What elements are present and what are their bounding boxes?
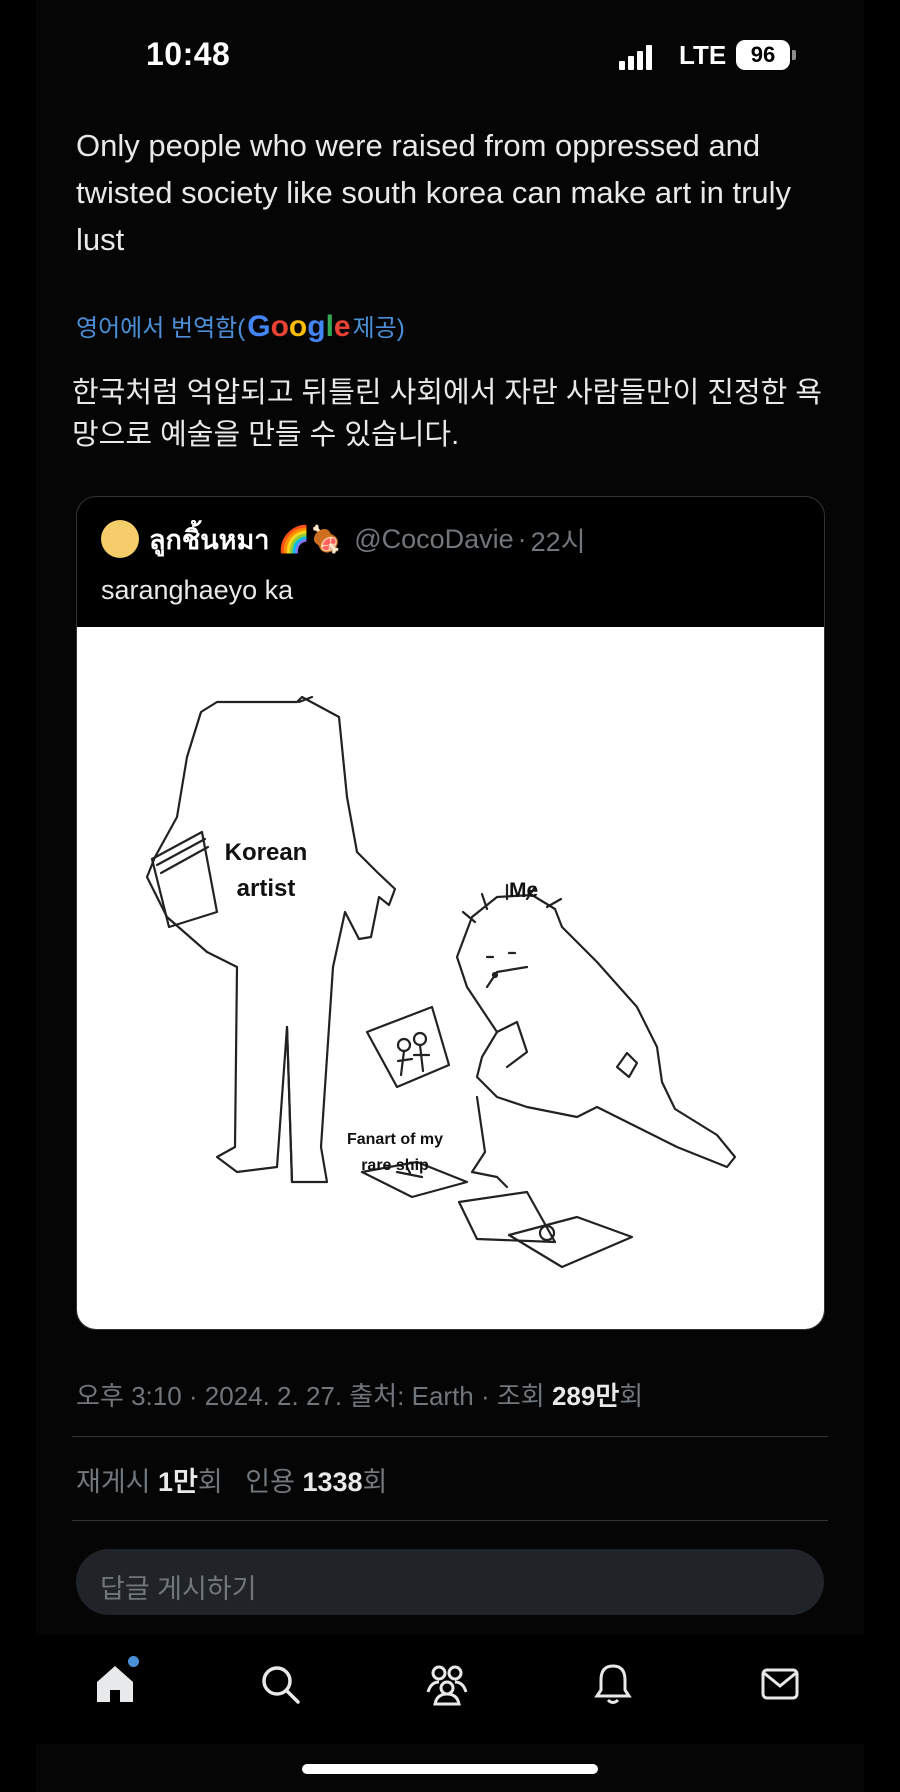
nav-home[interactable] (85, 1654, 145, 1714)
label-fanart: Fanart of my rare ship (346, 1131, 443, 1174)
home-indicator[interactable] (302, 1764, 598, 1774)
tweet-stats: 재게시 1만회 인용 1338회 (76, 1460, 387, 1499)
quoted-tweet-header: ลูกชิ้นหมา 🌈🍖 @CocoDavie · 22시 (101, 519, 586, 559)
reposts-count[interactable]: 1만 (158, 1467, 198, 1497)
quotes-suffix: 회 (362, 1467, 388, 1497)
quotes-count[interactable]: 1338 (302, 1467, 362, 1497)
avatar[interactable] (101, 520, 139, 558)
google-logo: Google (247, 310, 351, 343)
signal-icon (619, 44, 659, 70)
user-emoji: 🌈🍖 (277, 523, 343, 554)
reposts-label: 재게시 (76, 1467, 159, 1497)
quoted-tweet-image[interactable]: Korean artist Me Fanart of my rare ship (77, 627, 824, 1329)
views-suffix: 회 (619, 1381, 644, 1411)
translated-text: 한국처럼 억압되고 뒤틀린 사회에서 자란 사람들만이 진정한 욕망으로 예술을… (72, 377, 823, 451)
views-count[interactable]: 289만 (552, 1381, 619, 1411)
divider (72, 1436, 828, 1437)
quoted-tweet-text: saranghaeyo ka (101, 575, 294, 605)
tweet-meta: 오후 3:10 · 2024. 2. 27. 출처: Earth · 조회 28… (76, 1376, 643, 1413)
nav-search[interactable] (250, 1654, 310, 1714)
nav-notifications[interactable] (583, 1654, 643, 1714)
translation-attribution[interactable]: 영어에서 번역함( Google 제공) (76, 308, 405, 344)
bottom-nav (36, 1634, 864, 1744)
communities-icon (426, 1665, 468, 1706)
nav-communities[interactable] (417, 1654, 477, 1714)
quoted-user-name[interactable]: ลูกชิ้นหมา (149, 518, 269, 561)
search-icon (262, 1666, 300, 1704)
network-type: LTE (679, 40, 727, 70)
quotes-label: 인용 (245, 1467, 303, 1497)
reply-input[interactable]: 답글 게시하기 (76, 1549, 824, 1615)
tweet-text: Only people who were raised from oppress… (76, 128, 792, 257)
app-screen: 10:48 LTE 96 Only people who were raised… (36, 0, 864, 1792)
reposts-suffix: 회 (197, 1467, 223, 1497)
translate-prefix: 영어에서 번역함( (76, 315, 246, 342)
divider (72, 1520, 828, 1521)
battery-level: 96 (750, 42, 776, 67)
meta-timestamp: 오후 3:10 · 2024. 2. 27. 출처: Earth · 조회 (76, 1381, 552, 1411)
comic-drawing (145, 695, 737, 1269)
notification-dot (128, 1656, 139, 1667)
label-me: Me (509, 879, 539, 902)
notifications-icon (594, 1664, 632, 1704)
home-icon (97, 1666, 133, 1702)
translate-suffix: 제공) (352, 315, 405, 342)
battery-icon: 96 (736, 40, 790, 70)
device-bezel-right (864, 0, 900, 1792)
quoted-tweet[interactable]: ลูกชิ้นหมา 🌈🍖 @CocoDavie · 22시 saranghae… (76, 496, 825, 1330)
separator-dot: · (517, 523, 527, 554)
quoted-user-handle: @CocoDavie (354, 523, 514, 554)
reply-placeholder: 답글 게시하기 (100, 1574, 257, 1604)
messages-icon (761, 1668, 799, 1700)
status-time: 10:48 (146, 36, 231, 72)
status-bar: 10:48 LTE 96 (36, 0, 864, 100)
quoted-tweet-time: 22시 (530, 526, 586, 557)
device-bezel-left (0, 0, 36, 1792)
nav-messages[interactable] (750, 1654, 810, 1714)
label-korean-artist: Korean artist (224, 839, 308, 902)
battery-tip (792, 50, 796, 60)
